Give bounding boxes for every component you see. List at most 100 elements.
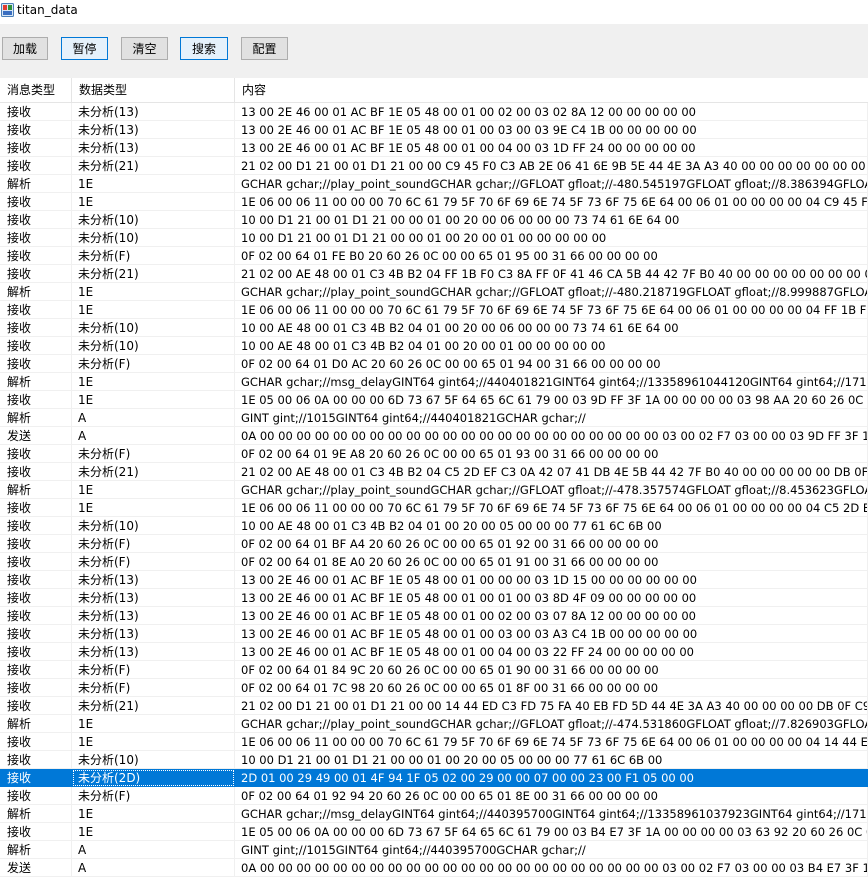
cell-content: 21 02 00 D1 21 00 01 D1 21 00 00 C9 45 F… xyxy=(235,157,868,175)
cell-content: GCHAR gchar;//play_point_soundGCHAR gcha… xyxy=(235,481,868,499)
cell-message-type: 接收 xyxy=(0,787,72,805)
table-row[interactable]: 接收 未分析(13) 13 00 2E 46 00 01 AC BF 1E 05 4… xyxy=(0,103,868,121)
table-row[interactable]: 解析 1E GCHAR gchar;//msg_delayGINT64 gint64… xyxy=(0,805,868,823)
cell-content: GCHAR gchar;//msg_delayGINT64 gint64;//4… xyxy=(235,805,868,823)
cell-message-type: 接收 xyxy=(0,121,72,139)
cell-data-type: 未分析(13) xyxy=(72,139,235,157)
cell-message-type: 解析 xyxy=(0,481,72,499)
cell-data-type: 1E xyxy=(72,481,235,499)
cell-message-type: 接收 xyxy=(0,355,72,373)
table-row[interactable]: 接收 未分析(13) 13 00 2E 46 00 01 AC BF 1E 05 4… xyxy=(0,589,868,607)
table-row[interactable]: 接收 未分析(10) 10 00 D1 21 00 01 D1 21 00 00 0… xyxy=(0,229,868,247)
search-button[interactable]: 搜索 xyxy=(180,37,228,60)
column-header-content[interactable]: 内容 xyxy=(235,78,868,102)
cell-data-type: 未分析(10) xyxy=(72,211,235,229)
table-row[interactable]: 发送 A 0A 00 00 00 00 00 00 00 00 00 00 00 0… xyxy=(0,427,868,445)
table-row[interactable]: 解析 1E GCHAR gchar;//play_point_soundGCHAR … xyxy=(0,715,868,733)
table-row[interactable]: 接收 未分析(21) 21 02 00 AE 48 00 01 C3 4B B2 0… xyxy=(0,265,868,283)
config-button[interactable]: 配置 xyxy=(241,37,288,60)
table-row[interactable]: 接收 未分析(F) 0F 02 00 64 01 92 94 20 60 26 0C… xyxy=(0,787,868,805)
table-row[interactable]: 接收 未分析(10) 10 00 D1 21 00 01 D1 21 00 00 0… xyxy=(0,211,868,229)
cell-content: 21 02 00 AE 48 00 01 C3 4B B2 04 FF 1B F… xyxy=(235,265,868,283)
table-row[interactable]: 接收 未分析(13) 13 00 2E 46 00 01 AC BF 1E 05 4… xyxy=(0,571,868,589)
cell-content: 0A 00 00 00 00 00 00 00 00 00 00 00 00 0… xyxy=(235,859,868,877)
cell-data-type: 未分析(21) xyxy=(72,697,235,715)
table-row[interactable]: 接收 1E 1E 06 00 06 11 00 00 00 70 6C 61 79 … xyxy=(0,733,868,751)
cell-content: GCHAR gchar;//play_point_soundGCHAR gcha… xyxy=(235,283,868,301)
cell-content: 1E 06 00 06 11 00 00 00 70 6C 61 79 5F 7… xyxy=(235,499,868,517)
cell-data-type: 未分析(13) xyxy=(72,121,235,139)
table-row[interactable]: 接收 未分析(13) 13 00 2E 46 00 01 AC BF 1E 05 4… xyxy=(0,643,868,661)
cell-message-type: 接收 xyxy=(0,751,72,769)
table-row[interactable]: 解析 1E GCHAR gchar;//msg_delayGINT64 gint64… xyxy=(0,373,868,391)
cell-message-type: 解析 xyxy=(0,715,72,733)
load-button[interactable]: 加载 xyxy=(2,37,48,60)
cell-data-type: 未分析(13) xyxy=(72,625,235,643)
table-row[interactable]: 解析 A GINT gint;//1015GINT64 gint64;//44040… xyxy=(0,409,868,427)
cell-content: GCHAR gchar;//play_point_soundGCHAR gcha… xyxy=(235,175,868,193)
column-header-message-type[interactable]: 消息类型 xyxy=(0,78,72,102)
cell-data-type: 1E xyxy=(72,391,235,409)
cell-message-type: 接收 xyxy=(0,823,72,841)
table-row[interactable]: 解析 1E GCHAR gchar;//play_point_soundGCHAR … xyxy=(0,481,868,499)
cell-message-type: 接收 xyxy=(0,103,72,121)
table-row[interactable]: 接收 1E 1E 05 00 06 0A 00 00 00 6D 73 67 5F … xyxy=(0,391,868,409)
cell-data-type: 1E xyxy=(72,301,235,319)
table-row[interactable]: 接收 未分析(F) 0F 02 00 64 01 8E A0 20 60 26 0C… xyxy=(0,553,868,571)
cell-content: 0F 02 00 64 01 9E A8 20 60 26 0C 00 00 6… xyxy=(235,445,868,463)
table-row[interactable]: 接收 1E 1E 06 00 06 11 00 00 00 70 6C 61 79 … xyxy=(0,499,868,517)
table-row[interactable]: 接收 未分析(10) 10 00 D1 21 00 01 D1 21 00 00 0… xyxy=(0,751,868,769)
cell-data-type: 未分析(21) xyxy=(72,157,235,175)
cell-message-type: 接收 xyxy=(0,463,72,481)
cell-data-type: 未分析(10) xyxy=(72,229,235,247)
table-row[interactable]: 接收 1E 1E 05 00 06 0A 00 00 00 6D 73 67 5F … xyxy=(0,823,868,841)
cell-content: 0F 02 00 64 01 84 9C 20 60 26 0C 00 00 6… xyxy=(235,661,868,679)
table-row[interactable]: 接收 未分析(21) 21 02 00 D1 21 00 01 D1 21 00 0… xyxy=(0,157,868,175)
table-row[interactable]: 发送 A 0A 00 00 00 00 00 00 00 00 00 00 00 0… xyxy=(0,859,868,877)
cell-data-type: 1E xyxy=(72,805,235,823)
cell-data-type: 1E xyxy=(72,193,235,211)
table-row[interactable]: 接收 未分析(21) 21 02 00 AE 48 00 01 C3 4B B2 0… xyxy=(0,463,868,481)
column-header-data-type[interactable]: 数据类型 xyxy=(72,78,235,102)
list-rows: 接收 未分析(13) 13 00 2E 46 00 01 AC BF 1E 05 4… xyxy=(0,103,868,877)
cell-content: 13 00 2E 46 00 01 AC BF 1E 05 48 00 01 0… xyxy=(235,571,868,589)
cell-message-type: 接收 xyxy=(0,265,72,283)
table-row[interactable]: 接收 未分析(F) 0F 02 00 64 01 84 9C 20 60 26 0C… xyxy=(0,661,868,679)
cell-message-type: 接收 xyxy=(0,391,72,409)
table-row[interactable]: 接收 未分析(13) 13 00 2E 46 00 01 AC BF 1E 05 4… xyxy=(0,139,868,157)
cell-data-type: 1E xyxy=(72,733,235,751)
table-row[interactable]: 接收 未分析(F) 0F 02 00 64 01 D0 AC 20 60 26 0C… xyxy=(0,355,868,373)
table-row[interactable]: 接收 未分析(10) 10 00 AE 48 00 01 C3 4B B2 04 0… xyxy=(0,337,868,355)
cell-content: 0A 00 00 00 00 00 00 00 00 00 00 00 00 0… xyxy=(235,427,868,445)
cell-message-type: 解析 xyxy=(0,283,72,301)
message-list[interactable]: 消息类型 数据类型 内容 接收 未分析(13) 13 00 2E 46 00 01 … xyxy=(0,78,868,878)
cell-data-type: 未分析(F) xyxy=(72,679,235,697)
cell-data-type: 未分析(F) xyxy=(72,445,235,463)
table-row[interactable]: 接收 未分析(10) 10 00 AE 48 00 01 C3 4B B2 04 0… xyxy=(0,517,868,535)
cell-message-type: 发送 xyxy=(0,859,72,877)
cell-message-type: 解析 xyxy=(0,373,72,391)
table-row[interactable]: 接收 未分析(2D) 2D 01 00 29 49 00 01 4F 94 1F 0… xyxy=(0,769,868,787)
table-row[interactable]: 接收 1E 1E 06 00 06 11 00 00 00 70 6C 61 79 … xyxy=(0,193,868,211)
table-row[interactable]: 接收 未分析(13) 13 00 2E 46 00 01 AC BF 1E 05 4… xyxy=(0,625,868,643)
table-row[interactable]: 接收 未分析(F) 0F 02 00 64 01 FE B0 20 60 26 0C… xyxy=(0,247,868,265)
table-row[interactable]: 解析 1E GCHAR gchar;//play_point_soundGCHAR … xyxy=(0,283,868,301)
table-row[interactable]: 接收 未分析(10) 10 00 AE 48 00 01 C3 4B B2 04 0… xyxy=(0,319,868,337)
table-row[interactable]: 接收 1E 1E 06 00 06 11 00 00 00 70 6C 61 79 … xyxy=(0,301,868,319)
cell-message-type: 接收 xyxy=(0,301,72,319)
cell-content: GINT gint;//1015GINT64 gint64;//44039570… xyxy=(235,841,868,859)
table-row[interactable]: 接收 未分析(13) 13 00 2E 46 00 01 AC BF 1E 05 4… xyxy=(0,121,868,139)
cell-content: 13 00 2E 46 00 01 AC BF 1E 05 48 00 01 0… xyxy=(235,103,868,121)
clear-button[interactable]: 清空 xyxy=(121,37,168,60)
list-header: 消息类型 数据类型 内容 xyxy=(0,78,868,103)
table-row[interactable]: 解析 1E GCHAR gchar;//play_point_soundGCHAR … xyxy=(0,175,868,193)
pause-button[interactable]: 暂停 xyxy=(61,37,108,60)
table-row[interactable]: 接收 未分析(13) 13 00 2E 46 00 01 AC BF 1E 05 4… xyxy=(0,607,868,625)
table-row[interactable]: 解析 A GINT gint;//1015GINT64 gint64;//44039… xyxy=(0,841,868,859)
table-row[interactable]: 接收 未分析(F) 0F 02 00 64 01 BF A4 20 60 26 0C… xyxy=(0,535,868,553)
cell-content: 13 00 2E 46 00 01 AC BF 1E 05 48 00 01 0… xyxy=(235,139,868,157)
table-row[interactable]: 接收 未分析(21) 21 02 00 D1 21 00 01 D1 21 00 0… xyxy=(0,697,868,715)
table-row[interactable]: 接收 未分析(F) 0F 02 00 64 01 9E A8 20 60 26 0C… xyxy=(0,445,868,463)
table-row[interactable]: 接收 未分析(F) 0F 02 00 64 01 7C 98 20 60 26 0C… xyxy=(0,679,868,697)
cell-data-type: 未分析(21) xyxy=(72,265,235,283)
